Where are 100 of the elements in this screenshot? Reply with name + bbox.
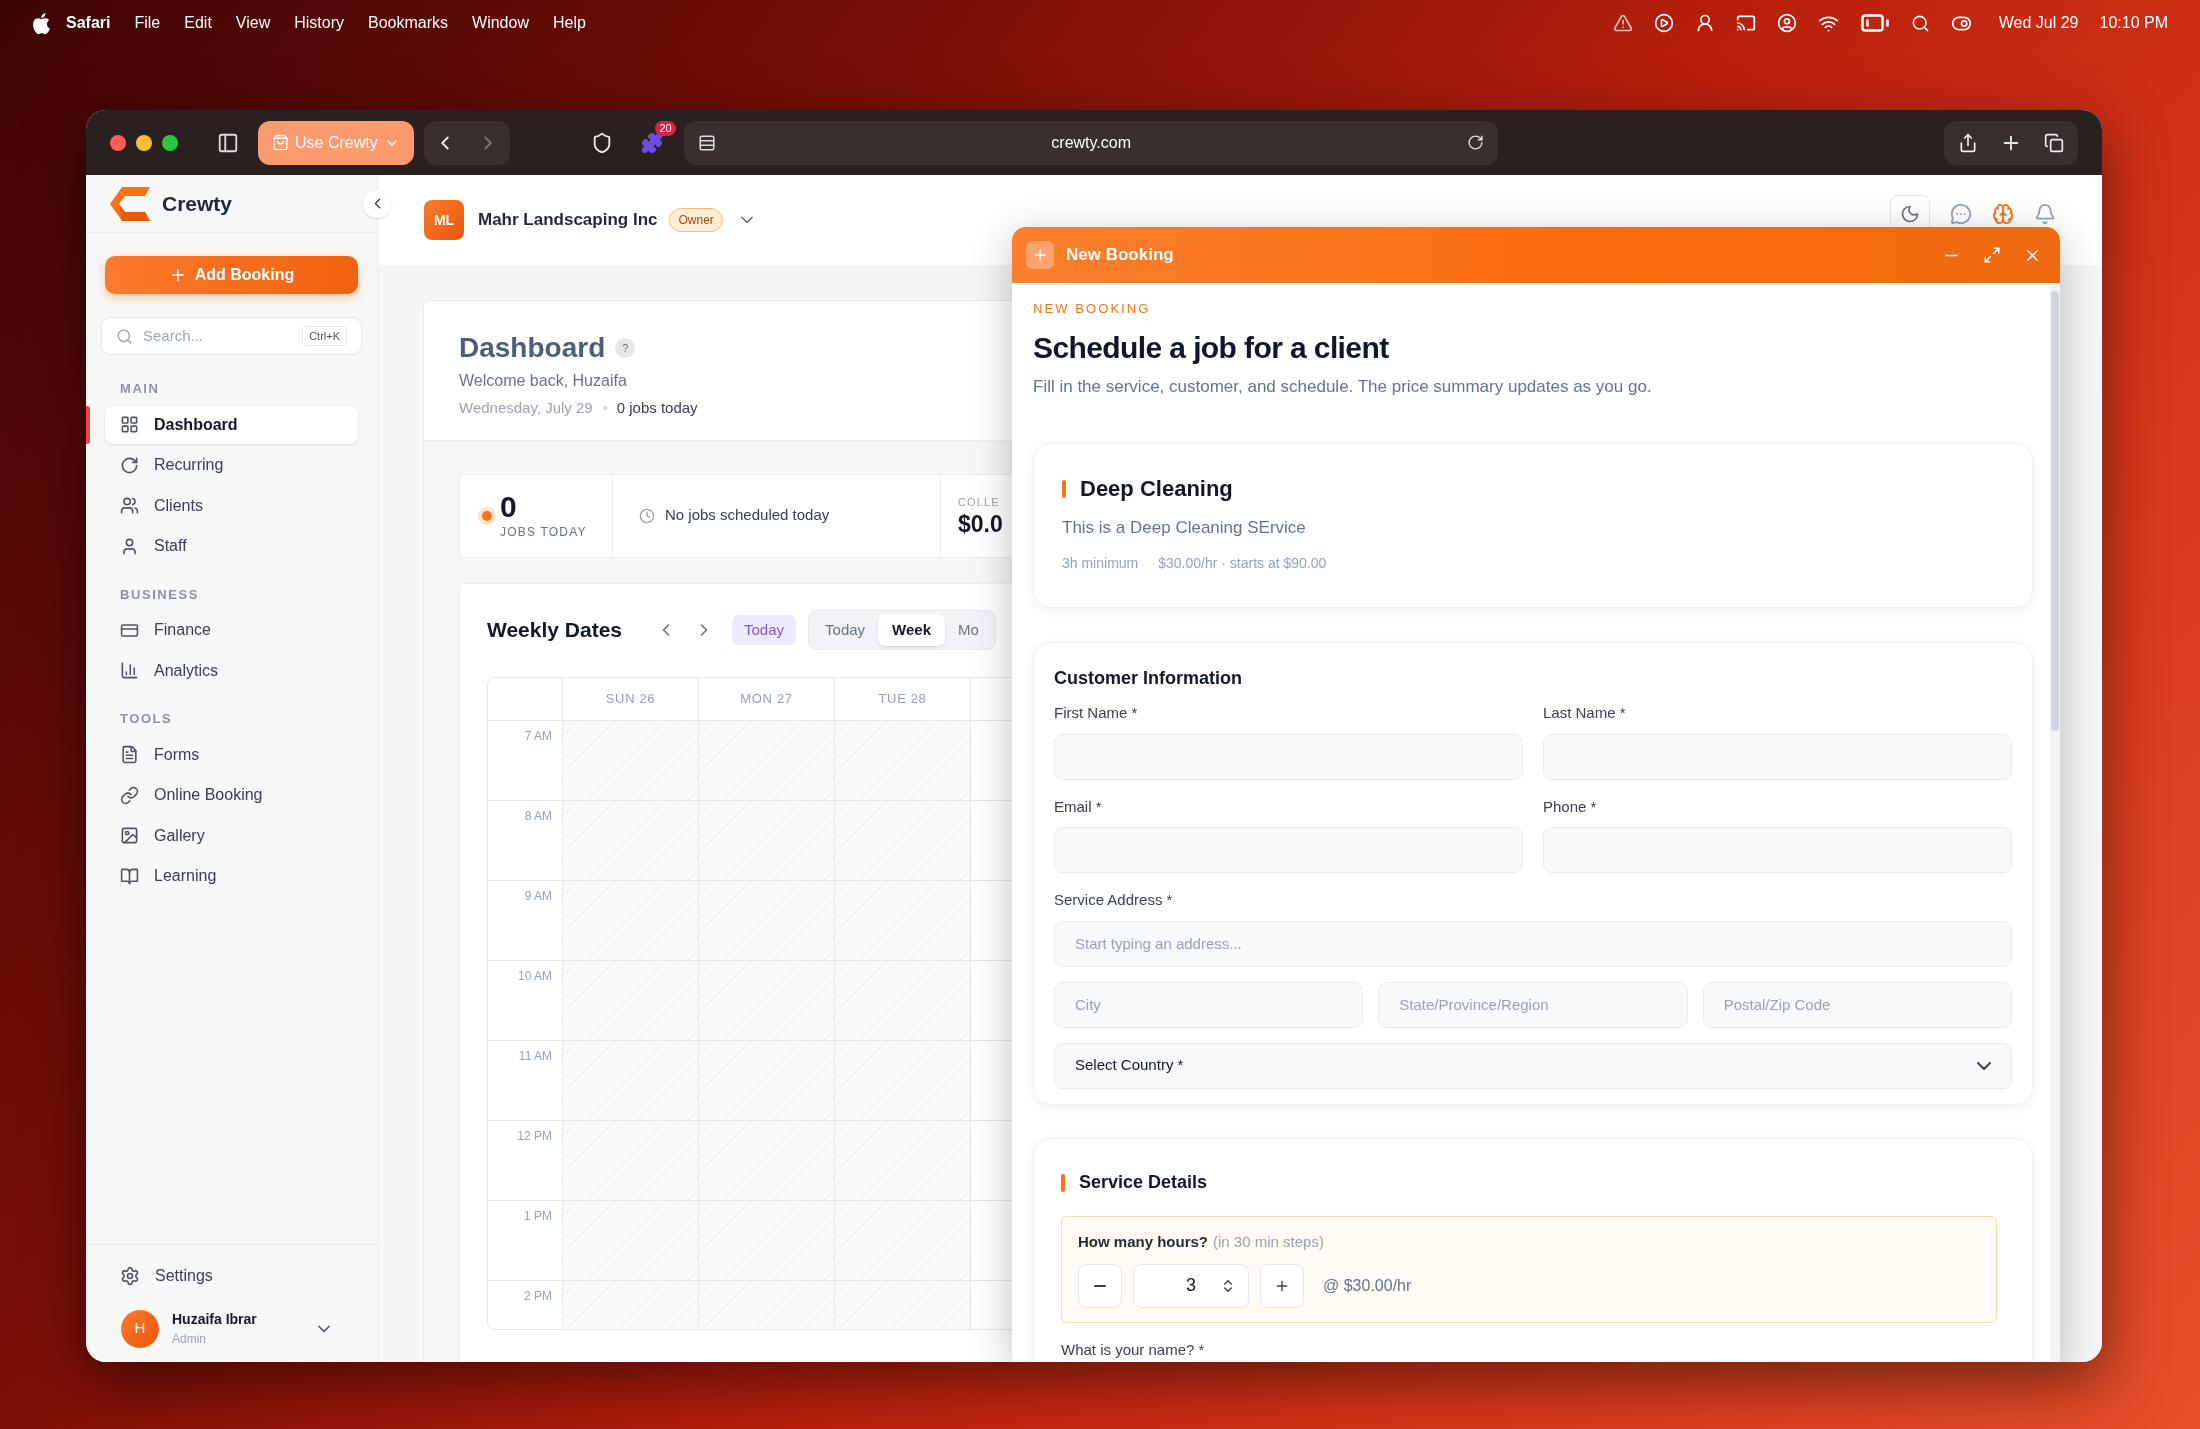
menu-date[interactable]: Wed Jul 29 <box>1998 11 2079 35</box>
page-menu-icon <box>697 133 716 152</box>
view-tab[interactable]: Mo <box>945 614 992 646</box>
account-icon[interactable] <box>1776 13 1797 33</box>
service-card[interactable]: Deep Cleaning This is a Deep Cleaning SErvice 3h minimum $30.00/hr · starts at $90.00 <box>1033 443 2033 608</box>
people-icon <box>120 496 139 515</box>
user-avatar: H <box>121 1309 159 1348</box>
collected-label: COLLE <box>958 495 1001 511</box>
search-icon[interactable] <box>1910 13 1930 33</box>
minimize-window-button[interactable] <box>136 134 152 151</box>
address-field[interactable]: Start typing an address... <box>1054 920 2012 967</box>
search-icon <box>116 327 133 345</box>
hour-label: 7 AM <box>524 727 552 743</box>
share-icon[interactable] <box>1958 132 1978 153</box>
person-icon[interactable] <box>1694 13 1715 33</box>
address-bar[interactable]: crewty.com <box>683 120 1498 165</box>
book-icon <box>120 866 139 886</box>
jobs-today-text: 0 jobs today <box>616 398 698 418</box>
image-icon <box>120 826 139 845</box>
field-label: Last Name * <box>1543 703 1627 723</box>
sidebar-item[interactable]: Forms <box>105 735 358 774</box>
section-heading: TOOLS <box>119 710 174 728</box>
user-role: Admin <box>172 1331 207 1348</box>
menu-app-name[interactable]: Safari <box>66 11 111 35</box>
expand-icon[interactable] <box>1983 246 2001 264</box>
eyebrow-label: NEW BOOKING <box>1033 300 1151 318</box>
hour-label: 2 PM <box>524 1287 552 1303</box>
sidebar-item[interactable]: Analytics <box>105 651 358 690</box>
tabs-overview-icon[interactable] <box>2044 132 2064 153</box>
menu-item[interactable]: Help <box>552 11 586 35</box>
sidebar-item[interactable]: Finance <box>105 611 358 649</box>
hour-label: 10 AM <box>517 967 552 983</box>
search-field[interactable]: Search... Ctrl+K <box>101 317 362 355</box>
sidebar-item[interactable]: Staff <box>105 527 358 565</box>
circular-arrow-icon <box>120 455 139 475</box>
zoom-window-button[interactable] <box>162 134 178 151</box>
grid-icon <box>120 415 139 434</box>
person-icon <box>120 536 139 556</box>
field-label: Email * <box>1054 796 1103 817</box>
menu-item[interactable]: View <box>235 11 271 35</box>
date-text: Wednesday, July 29 <box>459 398 593 418</box>
sidebar-item[interactable]: Online Booking <box>105 776 358 814</box>
clock-icon <box>639 507 655 524</box>
menu-item[interactable]: File <box>134 11 161 35</box>
dialog-heading: Schedule a job for a client <box>1033 329 1389 366</box>
field-label: Phone * <box>1543 796 1598 817</box>
apple-icon[interactable] <box>32 12 50 34</box>
notification-icon[interactable] <box>2034 203 2056 225</box>
extension-badge: 20 <box>655 120 676 136</box>
hours-hint: (in 30 min steps) <box>1213 1232 1324 1252</box>
shortcut-hint: Ctrl+K <box>302 326 347 346</box>
scrollbar-thumb[interactable] <box>2051 291 2059 731</box>
sidebar-item[interactable]: Learning <box>105 857 358 895</box>
extension-icon[interactable] <box>640 131 663 154</box>
org-name[interactable]: Mahr Landscaping Inc <box>478 207 658 233</box>
user-name: Huzaifa Ibrar <box>172 1310 257 1329</box>
service-name: Deep Cleaning <box>1080 475 1233 503</box>
country-select[interactable]: Select Country * <box>1054 1042 2012 1089</box>
view-tab[interactable]: Today <box>812 614 879 646</box>
link-icon <box>120 785 139 805</box>
menu-item[interactable]: Edit <box>184 11 212 35</box>
sidebar-icon <box>217 131 239 154</box>
accent-bar <box>1062 479 1066 498</box>
menu-time[interactable]: 10:10 PM <box>2099 11 2168 35</box>
schedule-note: No jobs scheduled today <box>665 505 830 526</box>
hour-label: 9 AM <box>524 887 552 903</box>
menu-item[interactable]: History <box>294 11 344 35</box>
section-title: Service Details <box>1079 1171 1208 1194</box>
sidebar-item[interactable]: Clients <box>105 486 358 525</box>
hours-label: How many hours? <box>1078 1232 1208 1252</box>
brain-icon[interactable] <box>1992 203 2014 225</box>
warning-icon[interactable] <box>1612 13 1633 33</box>
sidebar-item[interactable]: Gallery <box>105 816 358 855</box>
help-button[interactable]: ? <box>615 338 636 358</box>
moon-icon <box>1900 204 1920 224</box>
menu-item[interactable]: Window <box>472 11 529 35</box>
today-button[interactable]: Today <box>732 615 797 645</box>
settings-item[interactable]: Settings <box>105 1255 358 1297</box>
jobs-label: JOBS TODAY <box>500 523 587 541</box>
cast-icon[interactable] <box>1735 13 1756 33</box>
hour-label: 8 AM <box>524 807 552 823</box>
sidebar-item[interactable]: Dashboard <box>105 405 358 444</box>
hours-field[interactable]: 3 <box>1133 1263 1249 1308</box>
field-label: Service Address * <box>1054 890 1174 910</box>
reload-icon <box>1466 134 1484 151</box>
collected-value: $0.0 <box>958 510 1003 537</box>
collapse-sidebar-button[interactable] <box>363 189 391 218</box>
menu-item[interactable]: Bookmarks <box>368 11 449 35</box>
rate-text: @ $30.00/hr <box>1323 1275 1412 1296</box>
service-pricing: $30.00/hr · starts at $90.00 <box>1158 553 1327 573</box>
settings-icon <box>120 1266 140 1286</box>
input-field[interactable]: State/Province/Region <box>1378 981 1688 1028</box>
input-field[interactable]: City <box>1054 981 1364 1028</box>
chat-icon[interactable] <box>1950 203 1972 225</box>
play-icon[interactable] <box>1653 13 1674 33</box>
close-window-button[interactable] <box>110 134 126 151</box>
sidebar-item[interactable]: Recurring <box>105 446 358 484</box>
input-field[interactable]: Postal/Zip Code <box>1702 981 2012 1028</box>
view-tab[interactable]: Week <box>878 614 945 646</box>
scrollbar[interactable] <box>2050 283 2060 1362</box>
